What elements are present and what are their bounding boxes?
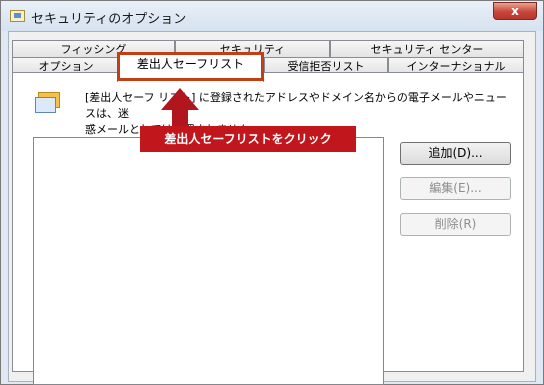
safe-senders-list[interactable] — [33, 137, 384, 385]
instruction-callout: 差出人セーフリストをクリック — [140, 126, 356, 152]
close-button[interactable]: x — [493, 2, 537, 20]
description-line-1: [差出人セーフ リスト] に登録されたアドレスやドメイン名からの電子メールやニュ… — [85, 91, 507, 120]
safe-senders-list-icon — [35, 92, 61, 114]
delete-button[interactable]: 削除(R) — [400, 213, 511, 236]
mail-app-icon — [10, 10, 25, 22]
arrow-stem — [172, 108, 188, 128]
window-title: セキュリティのオプション — [31, 12, 187, 27]
arrow-up-icon — [161, 88, 199, 110]
tab-security-center[interactable]: セキュリティ センター — [330, 40, 524, 58]
tab-highlight-box — [117, 52, 264, 81]
add-button[interactable]: 追加(D)... — [400, 142, 511, 165]
edit-button[interactable]: 編集(E)... — [400, 177, 511, 200]
title-bar[interactable]: セキュリティのオプション x — [1, 1, 543, 31]
